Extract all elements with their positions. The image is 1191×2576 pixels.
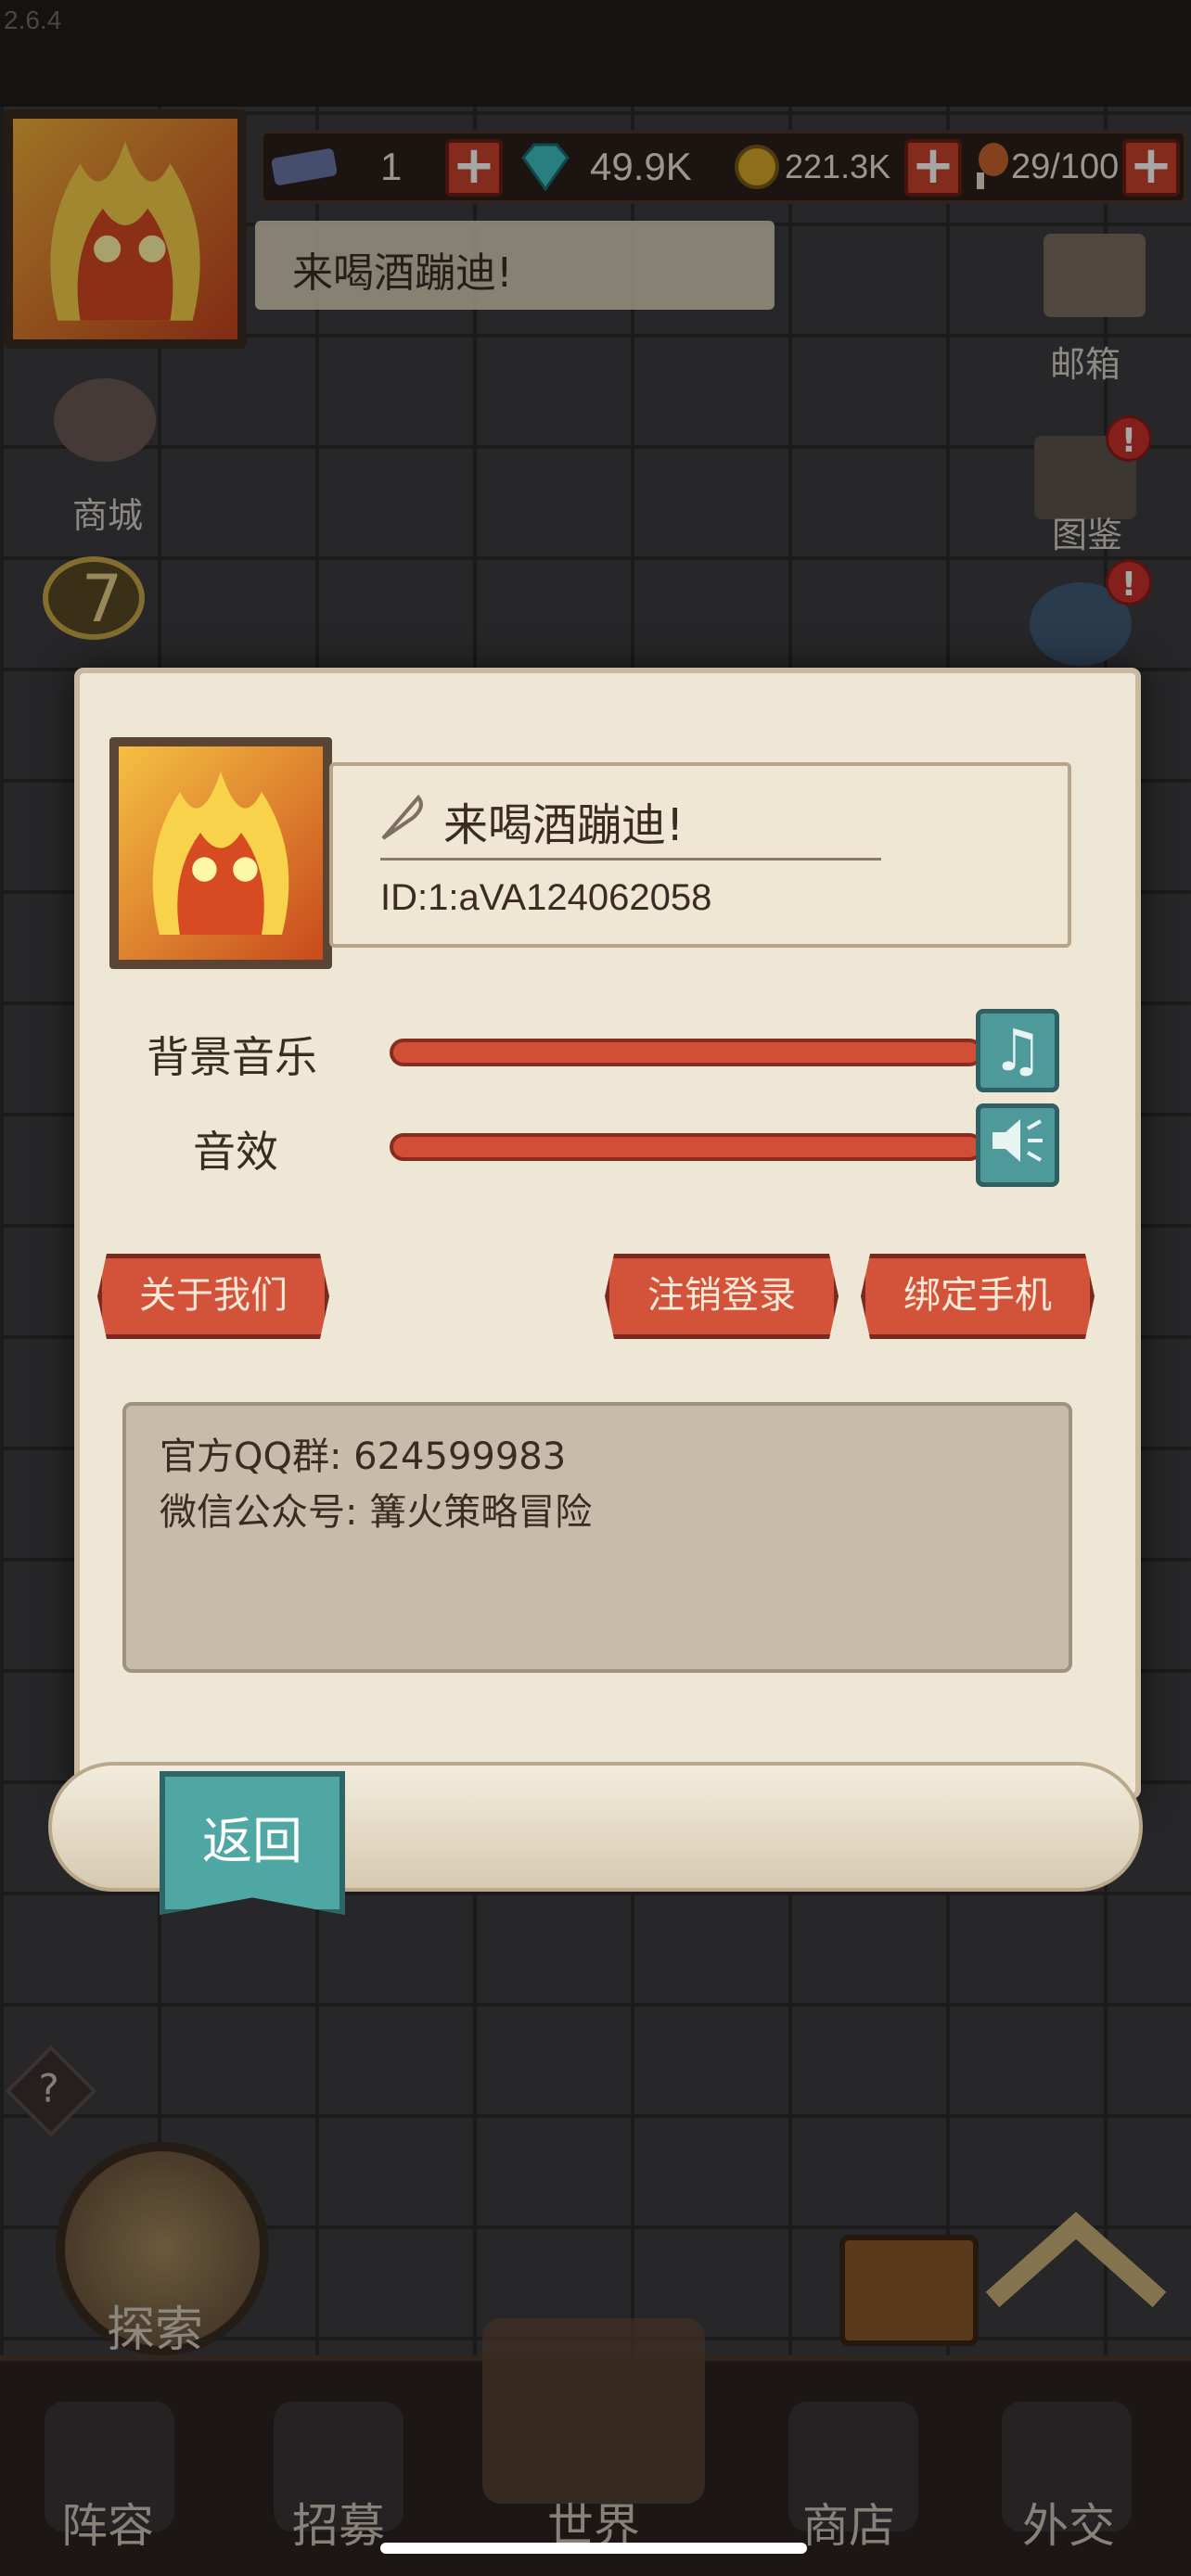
name-divider bbox=[380, 858, 881, 861]
dialog-player-name[interactable]: 来喝酒蹦迪! bbox=[443, 788, 684, 853]
name-scroll-banner bbox=[329, 762, 1071, 948]
quill-icon[interactable] bbox=[376, 790, 431, 846]
bind-phone-button[interactable]: 绑定手机 bbox=[861, 1254, 1095, 1339]
wechat-text: 微信公众号: 篝火策略冒险 bbox=[160, 1491, 593, 1534]
sfx-toggle-button[interactable] bbox=[976, 1103, 1059, 1187]
music-note-icon: ♫ bbox=[992, 1016, 1044, 1084]
player-id: ID:1:aVA124062058 bbox=[380, 877, 712, 918]
speaker-icon bbox=[992, 1119, 1043, 1162]
fire-creature-icon bbox=[152, 772, 289, 935]
info-box: 官方QQ群: 624599983 微信公众号: 篝火策略冒险 bbox=[122, 1402, 1072, 1673]
music-toggle-button[interactable]: ♫ bbox=[976, 1009, 1059, 1092]
qq-group-text: 官方QQ群: 624599983 bbox=[160, 1435, 567, 1478]
about-us-button[interactable]: 关于我们 bbox=[97, 1254, 329, 1339]
sfx-volume-slider[interactable] bbox=[390, 1133, 983, 1161]
sfx-label: 音效 bbox=[193, 1127, 278, 1177]
dialog-player-avatar bbox=[109, 737, 332, 969]
music-volume-slider[interactable] bbox=[390, 1039, 983, 1066]
music-label: 背景音乐 bbox=[147, 1032, 317, 1082]
game-screen: 2.6.4 1 + 49.9K 221.3K + 29/100 + 来喝酒蹦迪!… bbox=[0, 0, 1191, 2576]
logout-button[interactable]: 注销登录 bbox=[605, 1254, 839, 1339]
home-indicator[interactable] bbox=[380, 2543, 807, 2554]
back-button[interactable]: 返回 bbox=[160, 1771, 345, 1915]
